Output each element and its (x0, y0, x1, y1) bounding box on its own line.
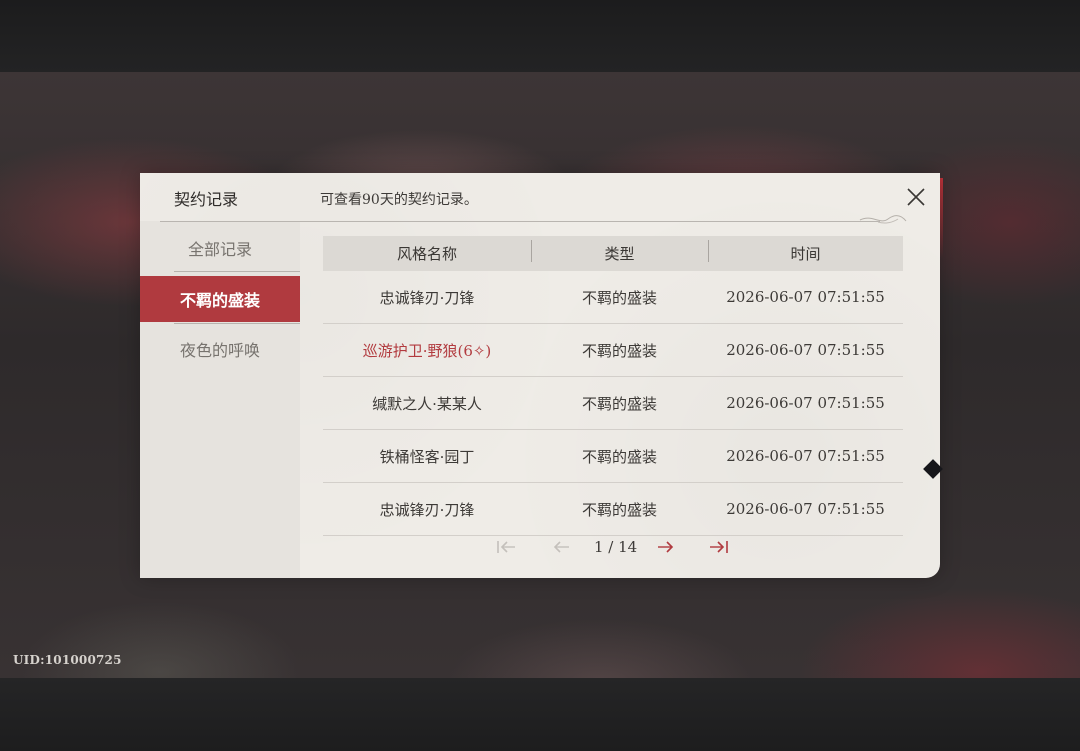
cell-style-name: 忠诚锋刃·刀锋 (379, 500, 475, 519)
cell-time: 2026-06-07 07:51:55 (726, 341, 885, 359)
first-page-button[interactable] (492, 535, 520, 559)
table-row: 铁桶怪客·园丁 不羁的盛装 2026-06-07 07:51:55 (323, 430, 903, 483)
user-id: UID:101000725 (13, 653, 122, 667)
sidebar-item-label: 不羁的盛装 (179, 291, 260, 310)
cell-style-name: 铁桶怪客·园丁 (379, 447, 475, 466)
decorative-red-edge (940, 178, 943, 258)
cell-type: 不羁的盛装 (581, 500, 657, 519)
last-page-icon (710, 541, 729, 553)
cell-time: 2026-06-07 07:51:55 (726, 447, 885, 465)
close-button[interactable] (900, 181, 932, 213)
cell-time: 2026-06-07 07:51:55 (726, 288, 885, 306)
next-page-button[interactable] (651, 535, 679, 559)
title-divider (160, 221, 880, 222)
column-header-time: 时间 (708, 240, 903, 264)
cell-style-name: 缄默之人·某某人 (372, 394, 482, 413)
table-row: 巡游护卫·野狼(6✧) 不羁的盛装 2026-06-07 07:51:55 (323, 324, 903, 377)
sidebar (140, 221, 300, 578)
cell-type: 不羁的盛装 (581, 288, 657, 307)
cell-style-name: 巡游护卫·野狼(6✧) (362, 341, 492, 360)
table-row: 缄默之人·某某人 不羁的盛装 2026-06-07 07:51:55 (323, 377, 903, 430)
table-row: 忠诚锋刃·刀锋 不羁的盛装 2026-06-07 07:51:55 (323, 271, 903, 324)
cell-type: 不羁的盛装 (581, 394, 657, 413)
dialog-title: 契约记录 (174, 190, 239, 209)
cell-time: 2026-06-07 07:51:55 (726, 394, 885, 412)
background-bottom (0, 678, 1080, 751)
prev-page-button[interactable] (548, 535, 576, 559)
last-page-button[interactable] (705, 535, 733, 559)
cell-type: 不羁的盛装 (581, 341, 657, 360)
column-header-style-name: 风格名称 (396, 245, 457, 263)
sidebar-item-label: 全部记录 (187, 240, 252, 259)
cell-style-name: 忠诚锋刃·刀锋 (379, 288, 475, 307)
pagination: 1 / 14 (492, 535, 733, 559)
sidebar-item-all-records[interactable]: 全部记录 (140, 225, 300, 271)
column-header-type: 类型 (531, 240, 708, 264)
sidebar-item-night-call[interactable]: 夜色的呼唤 (140, 326, 300, 372)
table-header: 风格名称 类型 时间 (323, 236, 903, 271)
sidebar-item-unbridled-attire[interactable]: 不羁的盛装 (140, 276, 300, 322)
background-top (0, 0, 1080, 72)
sidebar-divider (174, 323, 300, 324)
table-row: 忠诚锋刃·刀锋 不羁的盛装 2026-06-07 07:51:55 (323, 483, 903, 536)
cell-time: 2026-06-07 07:51:55 (726, 500, 885, 518)
cell-type: 不羁的盛装 (581, 447, 657, 466)
page-indicator: 1 / 14 (594, 538, 638, 556)
flourish-ornament (859, 215, 907, 224)
first-page-icon (497, 541, 515, 553)
dialog-subtitle: 可查看90天的契约记录。 (320, 192, 478, 208)
next-page-icon (658, 541, 674, 553)
sidebar-item-label: 夜色的呼唤 (179, 341, 260, 360)
records-table: 风格名称 类型 时间 忠诚锋刃·刀锋 不羁的盛装 2026-06-07 07:5… (323, 236, 903, 536)
sidebar-divider (174, 271, 300, 272)
contract-record-dialog: 契约记录 可查看90天的契约记录。 全部记录 不羁的盛装 夜色的呼唤 风格名称 … (140, 173, 940, 578)
prev-page-icon (553, 541, 569, 553)
close-icon (907, 188, 925, 206)
